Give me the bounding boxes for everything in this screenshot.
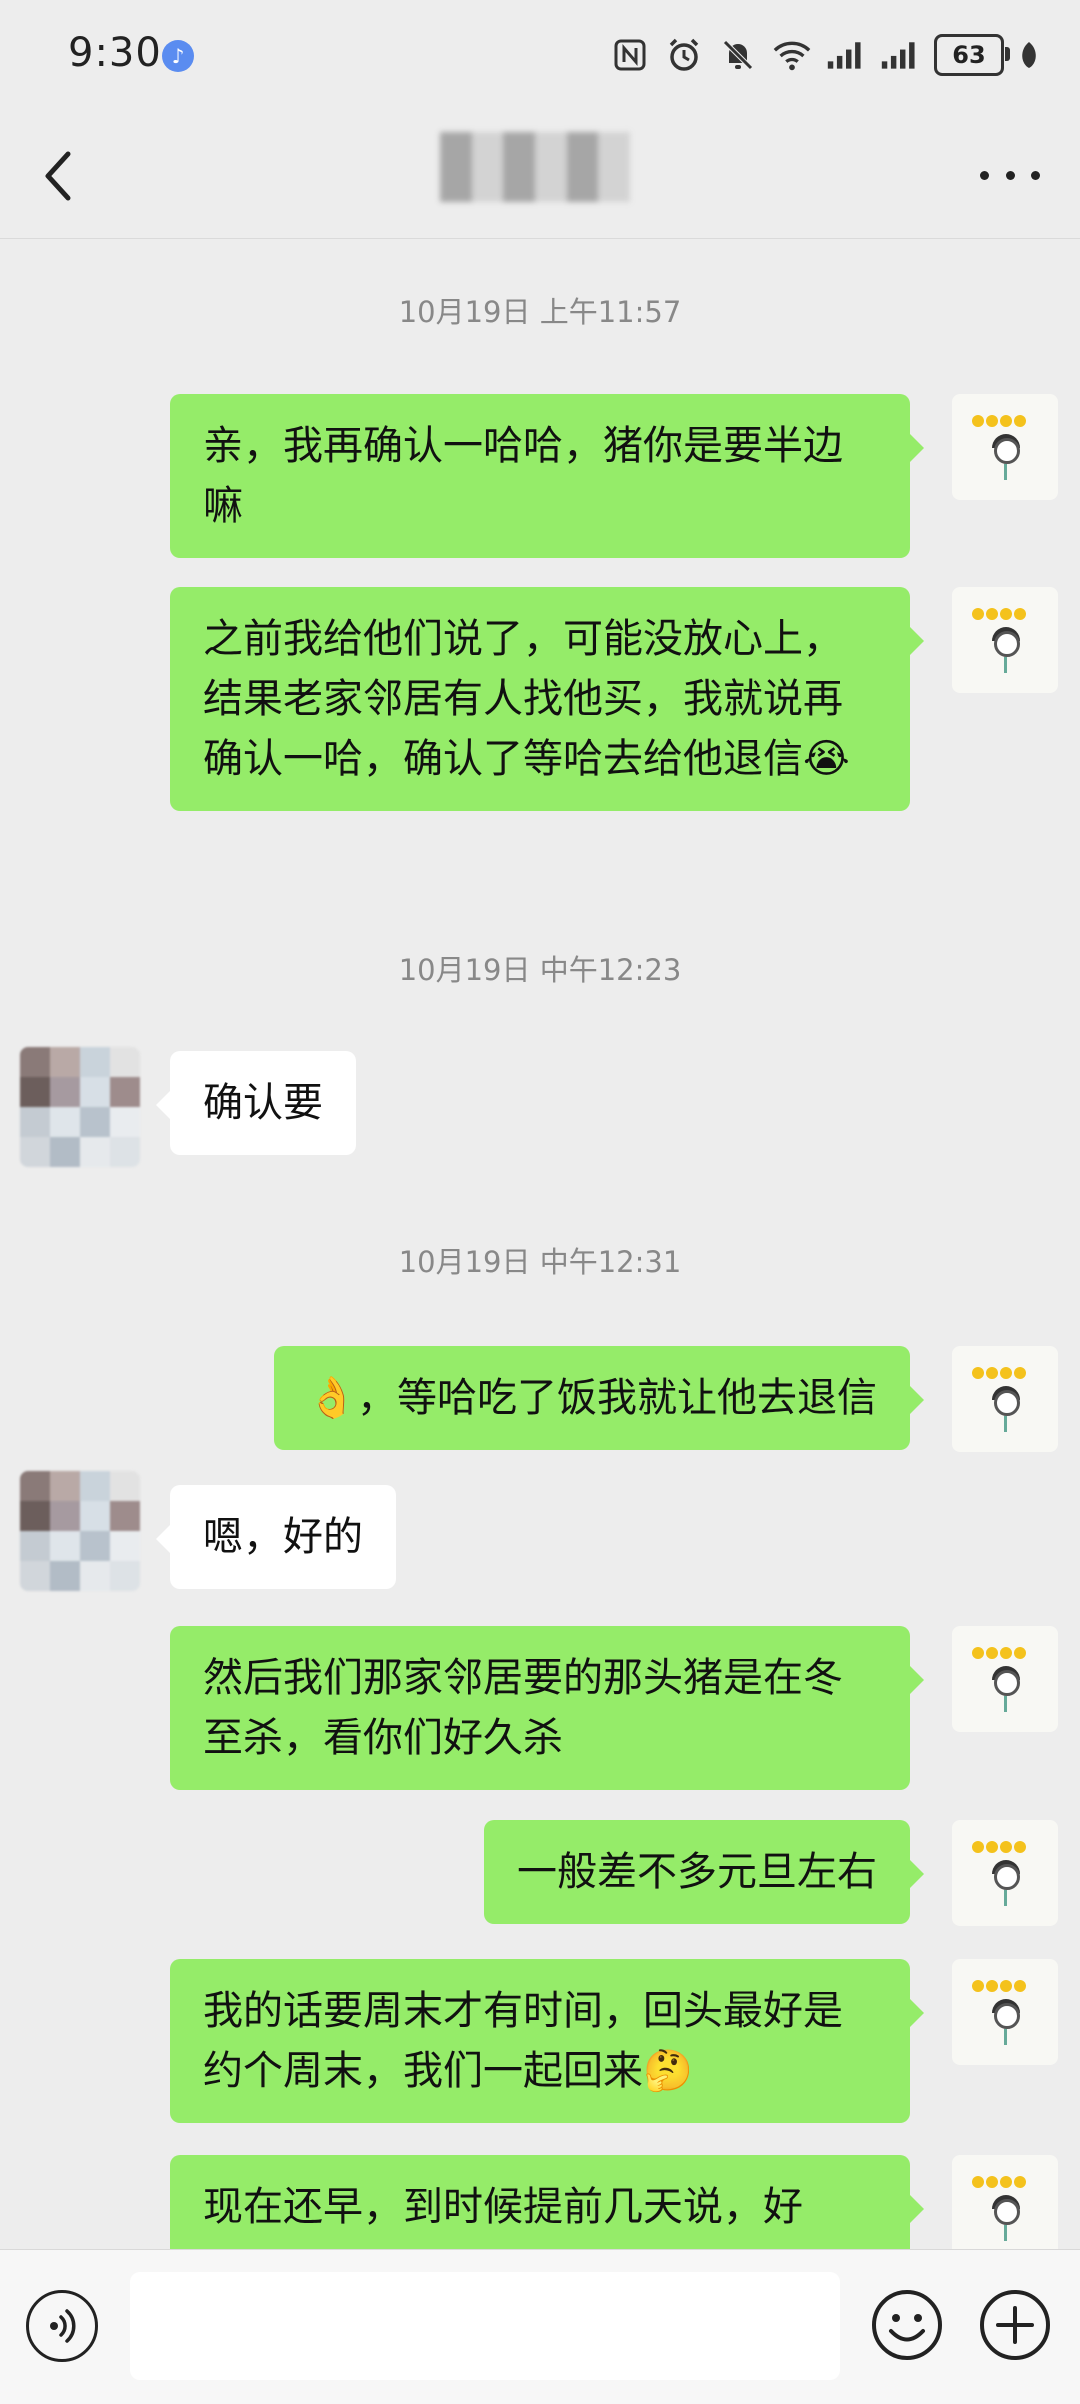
my-message-bubble[interactable]: 之前我给他们说了，可能没放心上，结果老家邻居有人找他买，我就说再确认一哈，确认了… [170,587,924,811]
status-time: 9:30 [68,30,162,76]
signal-icon [880,35,920,75]
thinking-emoji: 🤔 [643,2048,693,2094]
my-message-bubble[interactable]: 👌，等哈吃了饭我就让他去退信 [274,1346,924,1450]
wifi-icon [772,35,812,75]
my-message-bubble[interactable]: 现在还早，到时候提前几天说，好 [170,2155,924,2249]
message-text: 现在还早，到时候提前几天说，好 [203,2184,803,2230]
my-avatar[interactable] [952,2155,1058,2249]
plus-icon [980,2290,1050,2360]
music-app-icon: ♪ [162,40,194,72]
alarm-icon [664,35,704,75]
signal-icon [826,35,866,75]
contact-avatar[interactable] [20,1471,140,1591]
message-text: 嗯，好的 [203,1514,363,1560]
message-text: 亲，我再确认一哈哈，猪你是要半边嘛 [203,423,843,529]
my-message-bubble[interactable]: 一般差不多元旦左右 [484,1820,924,1924]
contact-message-bubble[interactable]: 嗯，好的 [156,1485,396,1589]
timestamp: 10月19日 上午11:57 [398,295,682,329]
message-text: 我的话要周末才有时间，回头最好是约个周末，我们一起回来 [203,1988,843,2094]
emoji-icon [872,2290,942,2360]
contact-avatar[interactable] [20,1047,140,1167]
voice-icon [50,2309,76,2343]
more-dot [1005,170,1015,180]
my-avatar[interactable] [952,1959,1058,2065]
my-message-bubble[interactable]: 亲，我再确认一哈哈，猪你是要半边嘛 [170,394,924,558]
status-bar: 9:30 ♪ 63 [0,0,1080,110]
message-text: 之前我给他们说了，可能没放心上，结果老家邻居有人找他买，我就说再确认一哈，确认了… [203,616,843,782]
nfc-icon [610,35,650,75]
contact-name-title [440,132,630,202]
mute-icon [718,35,758,75]
message-text: 一般差不多元旦左右 [517,1849,877,1895]
status-icons: 63 [610,30,1040,80]
my-avatar[interactable] [952,1346,1058,1452]
input-bar [0,2249,1080,2404]
contact-message-bubble[interactable]: 确认要 [156,1051,356,1155]
battery-icon: 63 [934,34,1010,76]
my-avatar[interactable] [952,1820,1058,1926]
my-avatar[interactable] [952,394,1058,500]
message-text: 然后我们那家邻居要的那头猪是在冬至杀，看你们好久杀 [203,1655,843,1761]
message-text: ，等哈吃了饭我就让他去退信 [357,1375,877,1421]
my-avatar[interactable] [952,587,1058,693]
my-message-bubble[interactable]: 我的话要周末才有时间，回头最好是约个周末，我们一起回来🤔 [170,1959,924,2123]
crying-laughing-emoji: 😭 [803,736,850,782]
back-button[interactable] [38,146,88,206]
message-text: 确认要 [203,1080,323,1126]
voice-button[interactable] [26,2290,98,2362]
message-list[interactable]: 10月19日 上午11:57 亲，我再确认一哈哈，猪你是要半边嘛 之前我给他们说… [0,239,1080,2249]
timestamp: 10月19日 中午12:23 [398,953,682,987]
emoji-button[interactable] [870,2288,944,2362]
my-message-bubble[interactable]: 然后我们那家邻居要的那头猪是在冬至杀，看你们好久杀 [170,1626,924,1790]
leaf-icon [1018,35,1040,75]
more-functions-button[interactable] [978,2288,1052,2362]
chat-header [0,110,1080,239]
more-options-button[interactable] [980,160,1040,190]
message-input[interactable] [130,2272,840,2380]
more-dots-icon [980,170,989,180]
ok-hand-emoji: 👌 [307,1375,357,1421]
chevron-left-icon [45,151,71,201]
timestamp: 10月19日 中午12:31 [398,1245,682,1279]
more-dot [1031,170,1040,180]
my-avatar[interactable] [952,1626,1058,1732]
